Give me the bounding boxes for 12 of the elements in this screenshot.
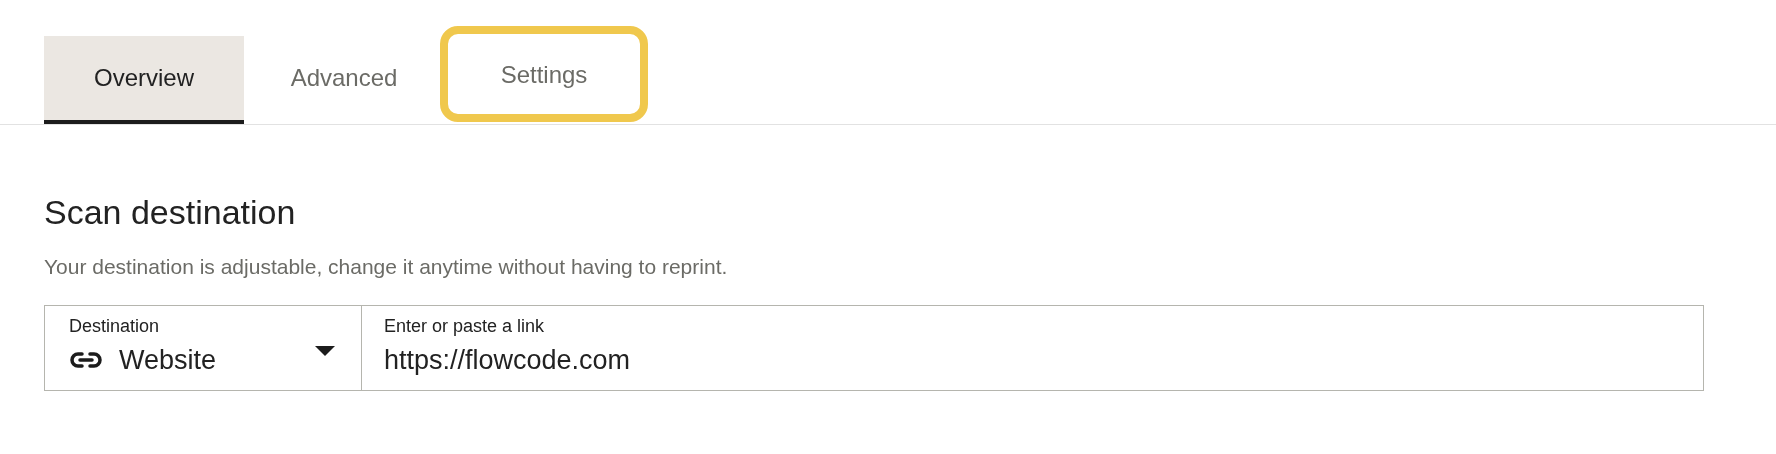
- link-input[interactable]: https://flowcode.com: [384, 339, 1681, 380]
- tab[interactable]: Advanced: [244, 36, 444, 124]
- field-label: Enter or paste a link: [384, 315, 546, 338]
- section-description: Your destination is adjustable, change it anytime without having to reprint.: [44, 254, 729, 280]
- select-value: Website: [119, 343, 217, 377]
- destination-select[interactable]: Destination Website: [44, 304, 362, 391]
- caret-icon: [315, 345, 335, 356]
- link-field[interactable]: Enter or paste a link https://flowcode.com: [362, 304, 1704, 391]
- field-label: Destination: [69, 315, 161, 338]
- tab[interactable]: Overview: [44, 36, 244, 124]
- link-icon: [69, 350, 103, 369]
- section-title: Scan destination: [44, 195, 297, 229]
